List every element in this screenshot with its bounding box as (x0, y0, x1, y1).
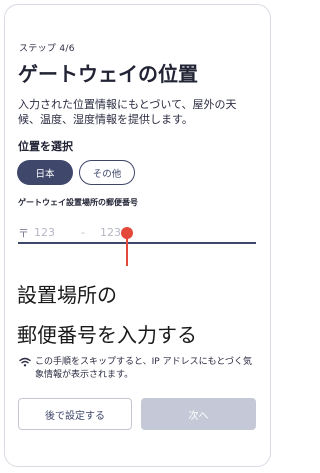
annotation-line-2: 郵便番号を入力する (17, 323, 197, 347)
postal-code-underline (18, 242, 256, 244)
location-option-japan[interactable]: 日本 (17, 160, 73, 185)
location-section-label: 位置を選択 (18, 140, 73, 153)
postal-code-separator: - (81, 226, 85, 239)
step-indicator: ステップ 4/6 (19, 44, 75, 54)
postal-code-first-placeholder[interactable]: 123 (34, 226, 55, 239)
postal-code-label: ゲートウェイ設置場所の郵便番号 (18, 198, 138, 207)
postal-mark-icon: 〒 (18, 227, 29, 240)
page-description: 入力された位置情報にもとづいて、屋外の天候、温度、湿度情報を提供します。 (18, 98, 237, 126)
annotation-pointer-dot (121, 227, 133, 239)
annotation-pointer-line (126, 238, 128, 266)
annotation-line-1: 設置場所の (17, 283, 117, 307)
location-option-other[interactable]: その他 (79, 160, 135, 185)
set-later-button[interactable]: 後で設定する (18, 398, 132, 430)
postal-code-input[interactable]: 〒 123 - 1234 (18, 222, 256, 242)
next-button[interactable]: 次へ (141, 398, 256, 430)
page-title: ゲートウェイの位置 (18, 62, 198, 86)
wifi-icon (19, 357, 31, 367)
skip-notice-text: この手順をスキップすると、IP アドレスにもとづく気象情報が表示されます。 (35, 357, 253, 380)
